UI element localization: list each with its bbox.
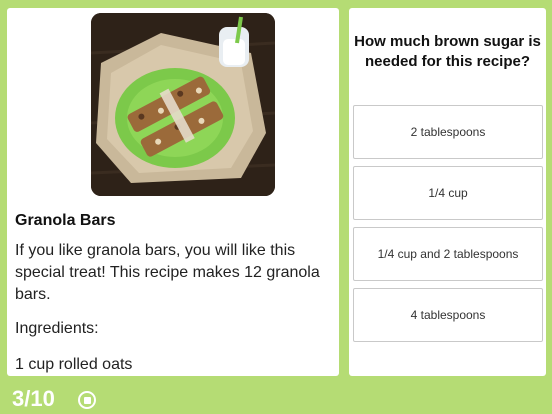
recipe-card: Granola Bars If you like granola bars, y… <box>7 8 339 376</box>
answer-label: 1/4 cup <box>428 186 468 200</box>
ingredient-item: 1 cup rolled oats <box>15 356 133 373</box>
recipe-title: Granola Bars <box>15 212 116 229</box>
answer-option-3[interactable]: 1/4 cup and 2 tablespoons <box>353 227 543 281</box>
answer-label: 2 tablespoons <box>410 125 486 139</box>
answer-label: 1/4 cup and 2 tablespoons <box>377 247 519 261</box>
answer-option-1[interactable]: 2 tablespoons <box>353 105 543 159</box>
answer-label: 4 tablespoons <box>410 308 486 322</box>
quiz-question: How much brown sugar is needed for this … <box>354 33 541 70</box>
answer-option-4[interactable]: 4 tablespoons <box>353 288 543 342</box>
ingredients-label: Ingredients: <box>15 320 99 337</box>
question-progress: 3/10 <box>12 386 55 411</box>
recipe-photo <box>91 13 275 196</box>
stop-square <box>83 396 91 404</box>
recipe-intro: If you like granola bars, you will like … <box>15 242 320 303</box>
answer-option-2[interactable]: 1/4 cup <box>353 166 543 220</box>
stop-circle-icon[interactable] <box>78 391 96 409</box>
quiz-card: How much brown sugar is needed for this … <box>349 8 546 376</box>
